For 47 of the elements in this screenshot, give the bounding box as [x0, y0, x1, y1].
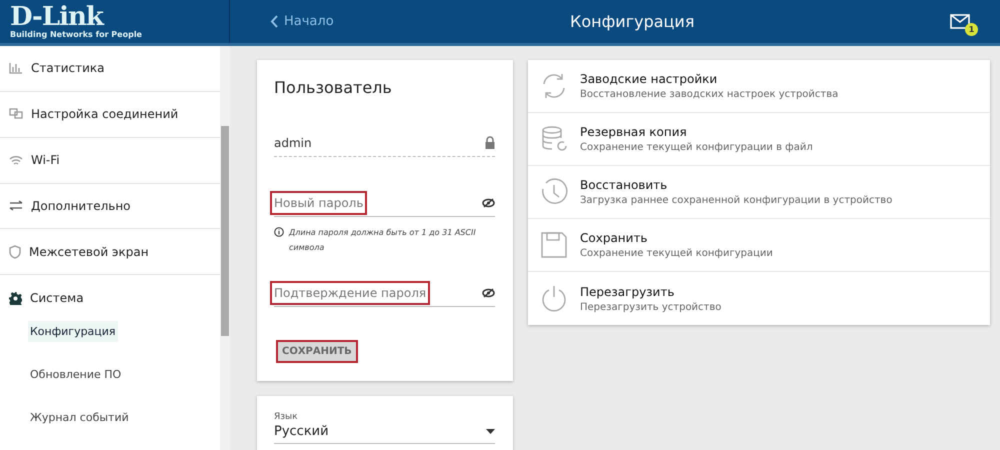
page-title: Конфигурация	[570, 12, 696, 31]
sidebar-subitem[interactable]: Конфигурация	[28, 320, 118, 342]
username-field[interactable]: admin	[274, 129, 495, 157]
lock-icon	[485, 136, 495, 149]
action-row[interactable]: Сохранить Сохранение текущей конфигурации	[528, 219, 990, 272]
action-description: Перезагрузить устройство	[580, 302, 722, 312]
action-row[interactable]: Перезагрузить Перезагрузить устройство	[528, 272, 990, 325]
password-hint: Длина пароля должна быть от 1 до 31 ASCII символа	[289, 227, 477, 254]
action-title: Сохранить	[580, 231, 648, 245]
action-row[interactable]: Восстановить Загрузка раннее сохраненной конфигурации в устройство	[528, 166, 990, 219]
scrollbar[interactable]	[220, 46, 230, 450]
action-description: Загрузка раннее сохраненной конфигурации в устройство	[580, 195, 892, 206]
power-icon	[540, 284, 568, 312]
action-description: Восстановление заводских настроек устройства	[580, 89, 838, 100]
logo: D-Link	[10, 4, 104, 30]
action-title: Перезагрузить	[580, 284, 676, 298]
gear-icon	[9, 292, 22, 305]
eye-slash-icon[interactable]	[482, 198, 495, 208]
sidebar-subitem[interactable]: Журнал событий	[28, 406, 131, 428]
sidebar-subitem[interactable]: Обновление ПО	[28, 364, 124, 385]
card-title: Пользователь	[274, 78, 393, 97]
action-description: Сохранение текущей конфигурации	[580, 248, 773, 259]
caret-icon	[486, 429, 495, 434]
field-label: Язык	[274, 412, 299, 422]
action-row[interactable]: Заводские настройки Восстановление заводских настроек устройства	[528, 60, 990, 113]
arrows-icon	[9, 200, 23, 212]
action-description: Сохранение текущей конфигурации в файл	[580, 142, 813, 153]
chevron-left-icon	[270, 15, 278, 28]
language-select[interactable]: Русский	[274, 422, 495, 444]
action-title: Восстановить	[580, 178, 668, 192]
monitors-icon	[9, 108, 23, 120]
database-icon	[540, 125, 568, 153]
wifi-icon	[9, 154, 23, 166]
mail-icon[interactable]	[950, 14, 970, 28]
action-title: Заводские настройки	[580, 72, 718, 86]
notification-badge: 1	[965, 22, 978, 36]
sidebar-item[interactable]: Система	[0, 275, 220, 321]
logo-tagline: Building Networks for People	[10, 30, 143, 39]
action-title: Резервная копия	[580, 125, 688, 139]
back-link[interactable]: Начало	[270, 14, 570, 29]
clock-icon	[540, 178, 568, 206]
bar-chart-icon	[9, 62, 23, 74]
eye-slash-icon[interactable]	[482, 288, 495, 298]
shield-icon	[9, 244, 21, 259]
info-icon	[274, 227, 284, 237]
save-button[interactable]: СОХРАНИТЬ	[276, 340, 358, 363]
action-row[interactable]: Резервная копия Сохранение текущей конфигурации в файл	[528, 113, 990, 166]
